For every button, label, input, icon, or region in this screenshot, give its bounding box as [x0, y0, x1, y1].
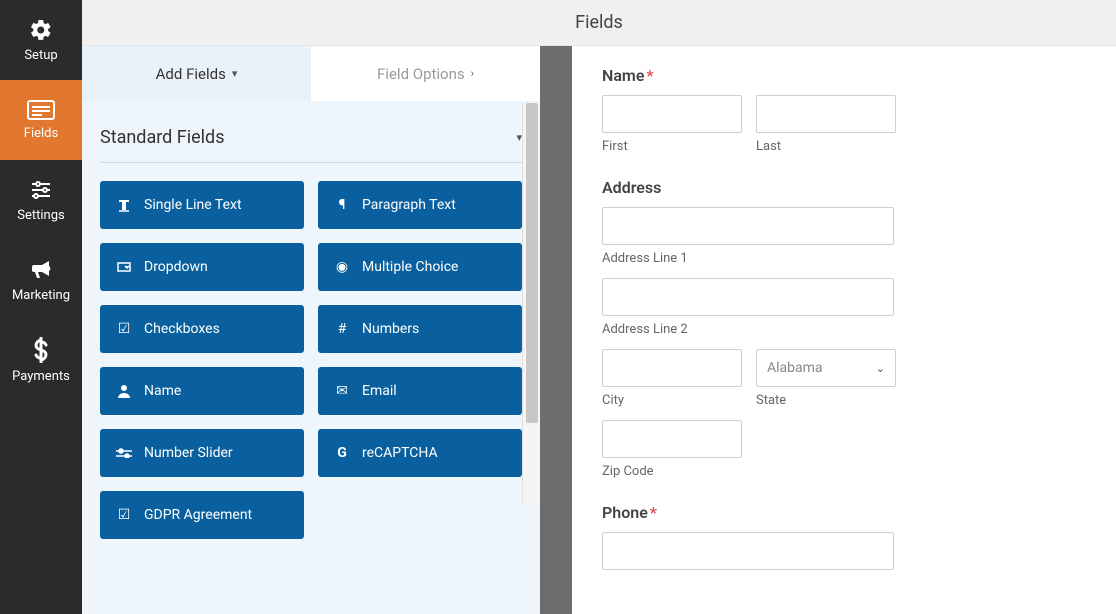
- page-title: Fields: [575, 12, 623, 33]
- field-label: Dropdown: [144, 259, 208, 275]
- envelope-icon: ✉: [334, 383, 350, 399]
- field-number-slider[interactable]: Number Slider: [100, 429, 304, 477]
- tab-add-fields[interactable]: Add Fields ▾: [82, 46, 311, 101]
- preview-name-group[interactable]: Name* First Last: [602, 66, 1086, 154]
- field-checkboxes[interactable]: ☑ Checkboxes: [100, 305, 304, 353]
- city-sublabel: City: [602, 393, 742, 408]
- address-line1-input[interactable]: [602, 207, 894, 245]
- sidebar-item-setup[interactable]: Setup: [0, 0, 82, 80]
- preview-phone-group[interactable]: Phone*: [602, 503, 1086, 570]
- google-icon: G: [334, 445, 350, 461]
- first-sublabel: First: [602, 139, 742, 154]
- topbar: Fields: [82, 0, 1116, 46]
- field-label: Checkboxes: [144, 321, 220, 337]
- zip-sublabel: Zip Code: [602, 464, 742, 479]
- address-line2-sublabel: Address Line 2: [602, 322, 894, 337]
- chevron-down-icon: ⌄: [876, 362, 885, 375]
- required-marker: *: [646, 66, 653, 85]
- dollar-icon: [33, 337, 49, 363]
- sidebar-item-label: Setup: [24, 48, 57, 63]
- checkbox-icon: ☑: [116, 507, 132, 523]
- checkbox-icon: ☑: [116, 321, 132, 337]
- field-recaptcha[interactable]: G reCAPTCHA: [318, 429, 522, 477]
- last-name-input[interactable]: [756, 95, 896, 133]
- field-gdpr-agreement[interactable]: ☑ GDPR Agreement: [100, 491, 304, 539]
- field-label: Email: [362, 383, 397, 399]
- state-selected-value: Alabama: [767, 360, 823, 376]
- phone-label: Phone*: [602, 503, 1086, 522]
- field-label: reCAPTCHA: [362, 445, 438, 461]
- main-area: Fields Add Fields ▾ Field Options › Stan…: [82, 0, 1116, 614]
- sidebar-item-label: Settings: [17, 208, 64, 223]
- sliders-icon: [29, 178, 53, 202]
- sidebar-item-label: Payments: [12, 369, 70, 384]
- zip-input[interactable]: [602, 420, 742, 458]
- address-line2-input[interactable]: [602, 278, 894, 316]
- sidebar-item-fields[interactable]: Fields: [0, 80, 82, 160]
- hash-icon: #: [334, 321, 350, 337]
- sidebar-nav: Setup Fields Settings Marketing Payments: [0, 0, 82, 614]
- field-email[interactable]: ✉ Email: [318, 367, 522, 415]
- address-label: Address: [602, 178, 1086, 197]
- field-label: Multiple Choice: [362, 259, 458, 275]
- tab-label: Field Options: [377, 65, 465, 83]
- field-dropdown[interactable]: Dropdown: [100, 243, 304, 291]
- name-label: Name*: [602, 66, 1086, 85]
- field-single-line-text[interactable]: Single Line Text: [100, 181, 304, 229]
- field-label: Name: [144, 383, 181, 399]
- dropdown-icon: [116, 260, 132, 274]
- form-preview: Name* First Last Address A: [572, 46, 1116, 614]
- sidebar-item-marketing[interactable]: Marketing: [0, 240, 82, 320]
- panel-divider: [540, 46, 572, 614]
- field-label: GDPR Agreement: [144, 507, 252, 523]
- sidebar-item-label: Fields: [24, 126, 58, 141]
- chevron-right-icon: ›: [471, 67, 474, 80]
- text-icon: [116, 198, 132, 212]
- scrollbar-thumb[interactable]: [526, 103, 538, 423]
- field-label: Paragraph Text: [362, 197, 456, 213]
- phone-input[interactable]: [602, 532, 894, 570]
- sidebar-item-label: Marketing: [12, 288, 70, 303]
- address-line1-sublabel: Address Line 1: [602, 251, 894, 266]
- state-select[interactable]: Alabama ⌄: [756, 349, 896, 387]
- section-title: Standard Fields: [100, 127, 225, 148]
- user-icon: [116, 384, 132, 398]
- slider-icon: [116, 448, 132, 458]
- field-picker-panel: Add Fields ▾ Field Options › Standard Fi…: [82, 46, 540, 614]
- field-numbers[interactable]: # Numbers: [318, 305, 522, 353]
- first-name-input[interactable]: [602, 95, 742, 133]
- section-standard-fields[interactable]: Standard Fields ▾: [100, 117, 522, 163]
- state-sublabel: State: [756, 393, 896, 408]
- field-name[interactable]: Name: [100, 367, 304, 415]
- scrollbar[interactable]: [522, 103, 540, 503]
- tab-label: Add Fields: [156, 65, 226, 83]
- paragraph-icon: ¶: [334, 197, 350, 213]
- required-marker: *: [650, 503, 657, 522]
- sidebar-item-payments[interactable]: Payments: [0, 320, 82, 400]
- sidebar-item-settings[interactable]: Settings: [0, 160, 82, 240]
- bullhorn-icon: [29, 258, 53, 282]
- last-sublabel: Last: [756, 139, 896, 154]
- field-paragraph-text[interactable]: ¶ Paragraph Text: [318, 181, 522, 229]
- field-label: Number Slider: [144, 445, 233, 461]
- chevron-down-icon: ▾: [232, 67, 238, 80]
- gear-icon: [29, 18, 53, 42]
- city-input[interactable]: [602, 349, 742, 387]
- preview-address-group[interactable]: Address Address Line 1 Address Line 2 Ci…: [602, 178, 1086, 479]
- form-icon: [27, 100, 55, 120]
- field-label: Numbers: [362, 321, 419, 337]
- field-label: Single Line Text: [144, 197, 242, 213]
- radio-icon: ◉: [334, 259, 350, 275]
- field-multiple-choice[interactable]: ◉ Multiple Choice: [318, 243, 522, 291]
- tab-field-options[interactable]: Field Options ›: [311, 46, 540, 101]
